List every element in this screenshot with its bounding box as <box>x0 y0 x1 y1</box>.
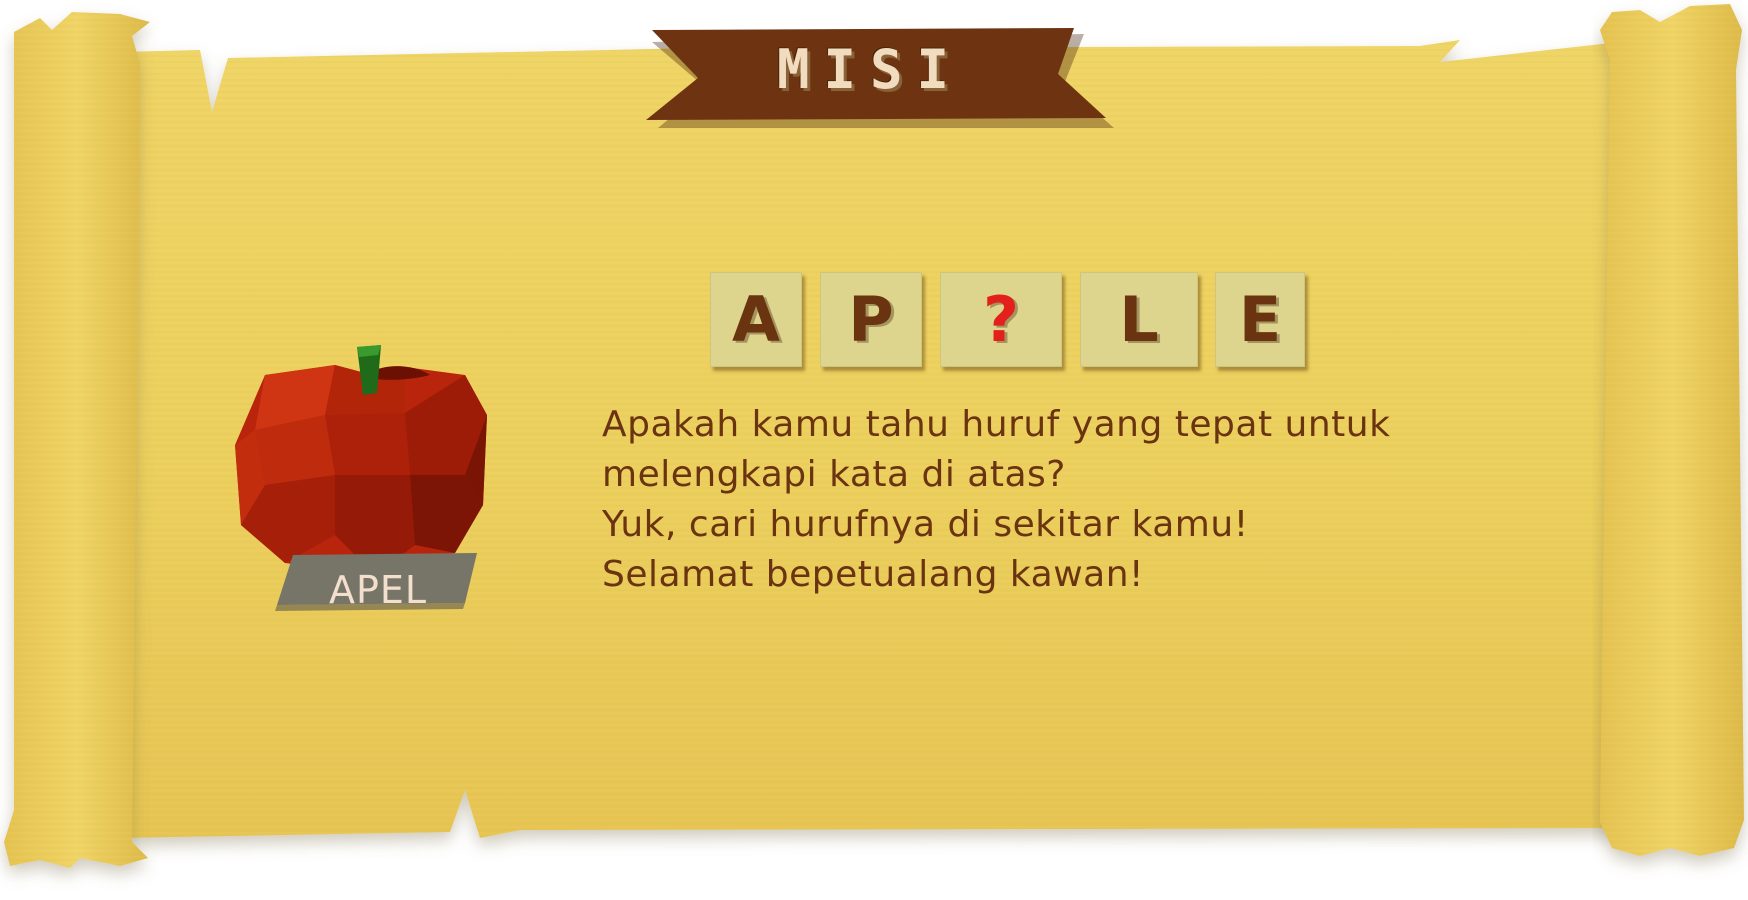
object-label: APEL <box>328 568 428 612</box>
letter-tile-2: P <box>820 272 922 367</box>
mission-screen: MISI A P ? L E APEL Apakah kamu tahu hur… <box>0 0 1748 900</box>
letter-tile-5: E <box>1215 272 1305 367</box>
instruction-line-4: Selamat bepetualang kawan! <box>602 554 1144 595</box>
instruction-line-1: Apakah kamu tahu huruf yang tepat untuk <box>602 404 1391 445</box>
instruction-text: Apakah kamu tahu huruf yang tepat untuk … <box>602 400 1502 600</box>
missing-letter-tile[interactable]: ? <box>940 272 1062 367</box>
instruction-line-3: Yuk, cari hurufnya di sekitar kamu! <box>602 504 1249 545</box>
letter-tile-1: A <box>710 272 802 367</box>
instruction-line-2: melengkapi kata di atas? <box>602 454 1066 495</box>
letter-tile-4: L <box>1080 272 1198 367</box>
banner-title: MISI <box>776 38 964 101</box>
